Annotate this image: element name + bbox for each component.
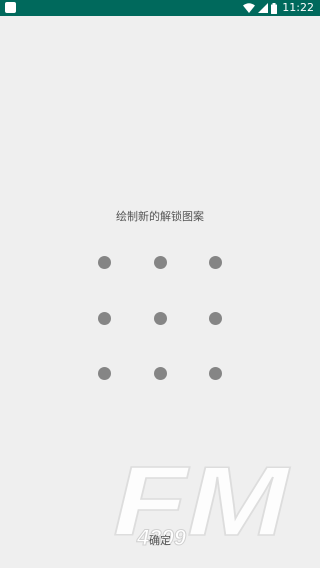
- confirm-button[interactable]: 确定: [0, 532, 320, 548]
- pattern-dot[interactable]: [97, 366, 111, 380]
- pattern-dot[interactable]: [153, 255, 167, 269]
- pattern-dot[interactable]: [208, 366, 222, 380]
- pattern-dot[interactable]: [97, 311, 111, 325]
- pattern-dot[interactable]: [208, 255, 222, 269]
- pattern-dot[interactable]: [97, 255, 111, 269]
- pattern-dot[interactable]: [208, 311, 222, 325]
- pattern-dot[interactable]: [153, 366, 167, 380]
- pattern-dot[interactable]: [153, 311, 167, 325]
